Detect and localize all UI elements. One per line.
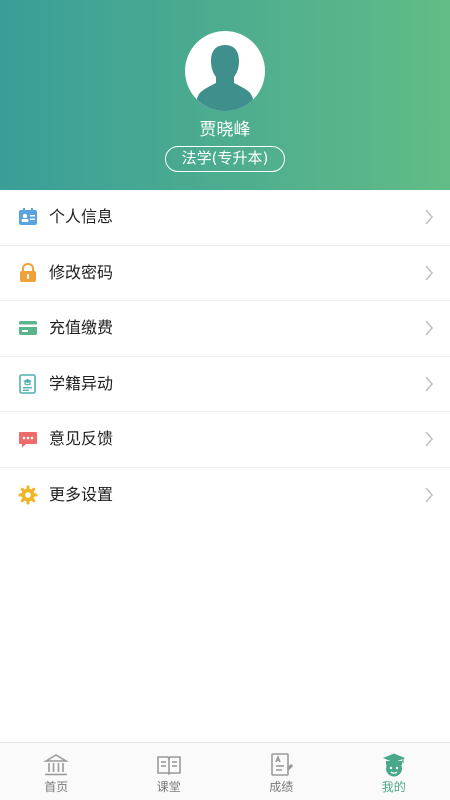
profile-icon — [381, 752, 407, 778]
profile-menu: 个人信息 修改密码 充值缴费 学籍异动 意见反馈 更多设置 — [0, 190, 450, 523]
tab-label: 我的 — [381, 780, 406, 794]
tab-label: 成绩 — [269, 780, 294, 794]
menu-item-label: 修改密码 — [49, 262, 114, 282]
avatar-placeholder-icon — [195, 45, 255, 111]
card-icon — [18, 318, 38, 338]
lock-icon — [18, 262, 38, 283]
avatar[interactable] — [185, 31, 265, 111]
home-icon — [43, 752, 70, 778]
menu-item-personal-info[interactable]: 个人信息 — [0, 190, 450, 246]
tab-home[interactable]: 首页 — [0, 743, 113, 800]
user-name: 贾晓峰 — [199, 120, 251, 140]
tab-label: 首页 — [44, 780, 69, 794]
tab-scores[interactable]: 成绩 — [225, 743, 338, 800]
menu-item-feedback[interactable]: 意见反馈 — [0, 412, 450, 468]
bottom-tab-bar: 首页 课堂 成绩 我的 — [0, 742, 450, 800]
tab-classroom[interactable]: 课堂 — [113, 743, 226, 800]
menu-item-settings[interactable]: 更多设置 — [0, 468, 450, 524]
major-badge: 法学(专升本) — [165, 146, 285, 172]
profile-header: 贾晓峰 法学(专升本) — [0, 0, 450, 190]
chevron-right-icon — [424, 320, 434, 336]
chevron-right-icon — [424, 431, 434, 447]
menu-item-label: 意见反馈 — [49, 429, 114, 449]
book-icon — [156, 752, 182, 778]
menu-item-change-password[interactable]: 修改密码 — [0, 246, 450, 301]
chevron-right-icon — [424, 487, 434, 503]
id-card-icon — [18, 207, 38, 227]
menu-item-student-status[interactable]: 学籍异动 — [0, 357, 450, 412]
student-record-icon — [18, 373, 38, 394]
gear-icon — [18, 485, 38, 505]
menu-item-label: 更多设置 — [49, 485, 114, 505]
chevron-right-icon — [424, 209, 434, 225]
tab-label: 课堂 — [156, 780, 181, 794]
menu-item-label: 个人信息 — [49, 207, 114, 227]
menu-item-label: 学籍异动 — [49, 373, 114, 393]
chevron-right-icon — [424, 376, 434, 392]
menu-item-label: 充值缴费 — [49, 318, 114, 338]
feedback-icon — [18, 429, 38, 449]
menu-item-recharge[interactable]: 充值缴费 — [0, 301, 450, 357]
chevron-right-icon — [424, 265, 434, 281]
score-icon — [268, 752, 294, 778]
tab-mine[interactable]: 我的 — [338, 743, 450, 800]
